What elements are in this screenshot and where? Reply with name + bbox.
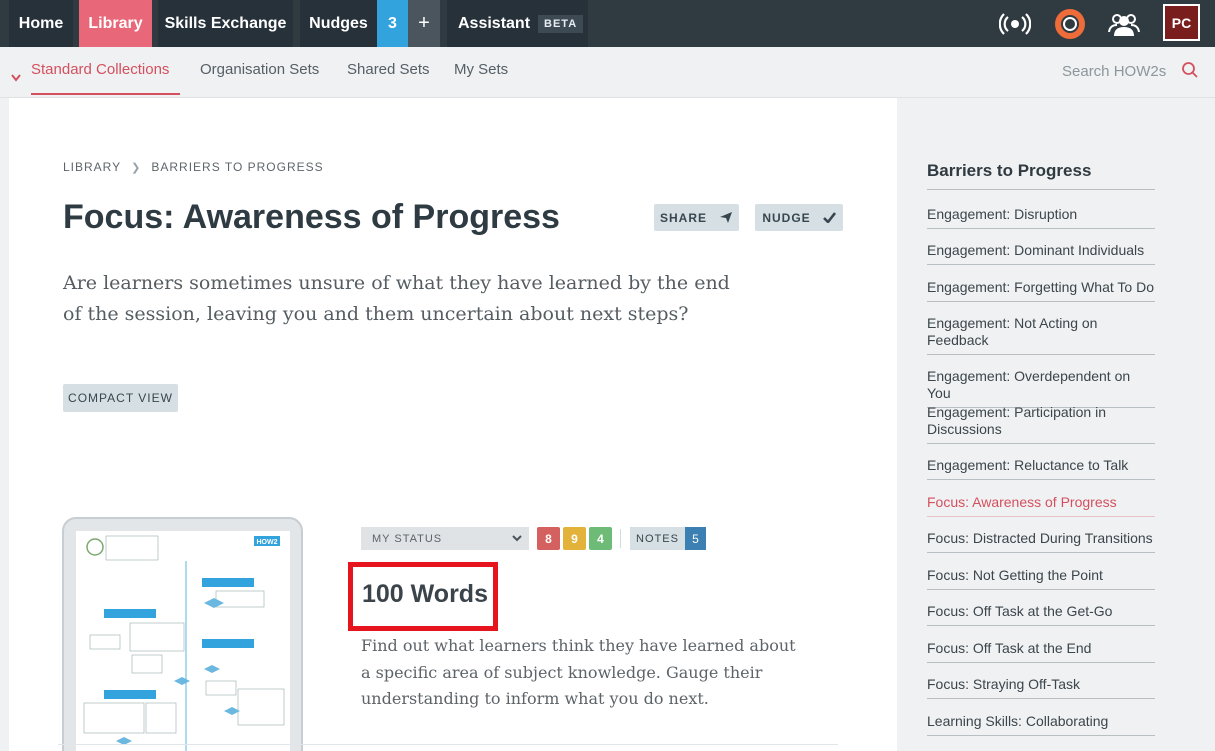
- how2-thumbnail[interactable]: HOW2: [62, 517, 303, 751]
- thumb-badge: HOW2: [257, 539, 278, 546]
- my-status-dropdown[interactable]: MY STATUS: [361, 527, 529, 550]
- how2-description: Find out what learners think they have l…: [361, 636, 796, 708]
- notes-count-badge[interactable]: 5: [685, 527, 706, 550]
- how2-diagram-preview: HOW2: [83, 535, 285, 751]
- share-button[interactable]: SHARE: [654, 204, 739, 231]
- sub-nav-bar: Standard Collections Organisation Sets S…: [0, 47, 1215, 98]
- divider: [58, 744, 838, 745]
- help-lifebuoy-icon[interactable]: [1053, 7, 1087, 41]
- user-avatar[interactable]: PC: [1163, 4, 1200, 41]
- status-count-red[interactable]: 8: [537, 527, 560, 550]
- nav-nudges[interactable]: Nudges: [300, 0, 377, 47]
- add-nudge-button[interactable]: +: [408, 0, 440, 47]
- sidebar-item-focus-straying[interactable]: Focus: Straying Off-Task: [927, 676, 1155, 699]
- sidebar-item-learning-collaborating[interactable]: Learning Skills: Collaborating: [927, 713, 1155, 736]
- top-nav-bar: Home Library Skills Exchange Nudges 3 + …: [0, 0, 1215, 47]
- sidebar-item-engagement-participation[interactable]: Engagement: Participation in Discussions: [927, 404, 1155, 444]
- how2-title-link[interactable]: 100 Words: [362, 580, 488, 609]
- thumbnail-screen: HOW2: [76, 531, 290, 751]
- search-icon[interactable]: [1181, 61, 1199, 83]
- nav-skills-exchange[interactable]: Skills Exchange: [158, 0, 293, 47]
- notes-button[interactable]: NOTES: [630, 527, 685, 550]
- checkmark-icon: [822, 212, 836, 223]
- sidebar-item-focus-not-getting-point[interactable]: Focus: Not Getting the Point: [927, 567, 1155, 590]
- sidebar-item-focus-off-task-end[interactable]: Focus: Off Task at the End: [927, 640, 1155, 663]
- breadcrumb-library[interactable]: LIBRARY: [63, 160, 121, 174]
- sidebar-item-focus-awareness[interactable]: Focus: Awareness of Progress: [927, 494, 1155, 517]
- nudge-button[interactable]: NUDGE: [755, 204, 843, 231]
- chevron-down-icon: [512, 535, 522, 542]
- search-input[interactable]: Search HOW2s: [1062, 63, 1166, 80]
- breadcrumb: LIBRARY ❯ BARRIERS TO PROGRESS: [63, 160, 324, 174]
- main-content: LIBRARY ❯ BARRIERS TO PROGRESS Focus: Aw…: [9, 98, 897, 751]
- share-label: SHARE: [659, 210, 707, 225]
- sidebar-item-focus-off-task-get-go[interactable]: Focus: Off Task at the Get-Go: [927, 603, 1155, 626]
- sidebar-item-focus-distracted[interactable]: Focus: Distracted During Transitions: [927, 530, 1155, 553]
- page-title: Focus: Awareness of Progress: [63, 198, 560, 236]
- sidebar-item-engagement-overdependent[interactable]: Engagement: Overdependent on You: [927, 368, 1155, 408]
- tab-organisation-sets[interactable]: Organisation Sets: [200, 61, 319, 95]
- tab-standard-collections[interactable]: Standard Collections: [31, 61, 180, 95]
- sidebar-item-engagement-disruption[interactable]: Engagement: Disruption: [927, 206, 1155, 229]
- breadcrumb-chevron-icon: ❯: [131, 161, 142, 174]
- paper-plane-icon: [720, 212, 732, 223]
- tab-my-sets[interactable]: My Sets: [454, 61, 508, 95]
- compact-view-button[interactable]: COMPACT VIEW: [63, 384, 178, 412]
- sidebar-item-engagement-forgetting[interactable]: Engagement: Forgetting What To Do: [927, 279, 1155, 302]
- page-lead: Are learners sometimes unsure of what th…: [63, 272, 730, 325]
- divider: [620, 529, 621, 548]
- nav-assistant-label: Assistant: [458, 14, 531, 32]
- breadcrumb-barriers[interactable]: BARRIERS TO PROGRESS: [151, 160, 323, 174]
- nav-assistant[interactable]: Assistant BETA: [447, 0, 588, 47]
- chevron-down-icon[interactable]: [11, 67, 21, 86]
- status-count-green[interactable]: 4: [589, 527, 612, 550]
- status-count-yellow[interactable]: 9: [563, 527, 586, 550]
- nudges-count-badge[interactable]: 3: [377, 0, 408, 47]
- nav-library[interactable]: Library: [79, 0, 152, 47]
- broadcast-icon[interactable]: [998, 7, 1032, 41]
- tab-shared-sets[interactable]: Shared Sets: [347, 61, 430, 95]
- nav-home[interactable]: Home: [9, 0, 73, 47]
- my-status-label: MY STATUS: [372, 532, 443, 545]
- sidebar-item-engagement-not-acting[interactable]: Engagement: Not Acting on Feedback: [927, 315, 1155, 355]
- sidebar-item-engagement-dominant-individuals[interactable]: Engagement: Dominant Individuals: [927, 242, 1155, 265]
- beta-badge: BETA: [538, 14, 584, 33]
- sidebar-title: Barriers to Progress: [927, 161, 1155, 190]
- nudge-label: NUDGE: [762, 210, 811, 225]
- sidebar-item-engagement-reluctance[interactable]: Engagement: Reluctance to Talk: [927, 457, 1155, 480]
- users-group-icon[interactable]: [1107, 7, 1141, 41]
